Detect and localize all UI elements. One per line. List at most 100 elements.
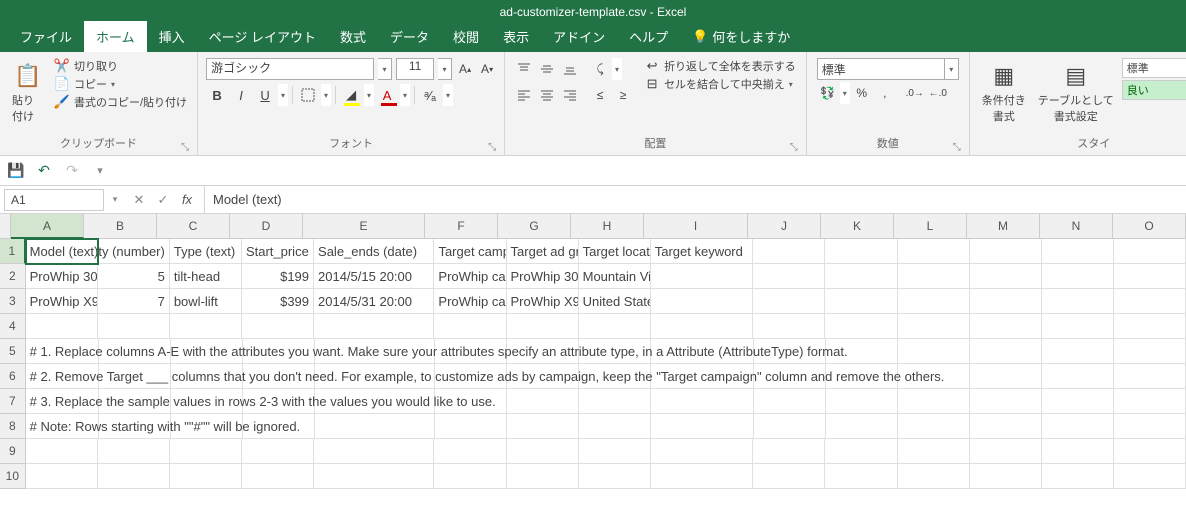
name-box[interactable]: A1 <box>4 189 104 211</box>
tab-review[interactable]: 校閲 <box>441 21 491 52</box>
cell-L4[interactable] <box>898 314 970 339</box>
tab-data[interactable]: データ <box>378 21 441 52</box>
cell-H4[interactable] <box>579 314 651 339</box>
cell-M4[interactable] <box>970 314 1042 339</box>
tab-help[interactable]: ヘルプ <box>617 21 680 52</box>
italic-button[interactable]: I <box>230 84 252 106</box>
col-header-D[interactable]: D <box>230 214 303 239</box>
cell-L3[interactable] <box>898 289 970 314</box>
cell-C3[interactable]: bowl-lift <box>170 289 242 314</box>
cell-K9[interactable] <box>825 439 897 464</box>
chevron-down-icon[interactable]: ▾ <box>400 84 410 106</box>
align-left-button[interactable] <box>513 84 535 106</box>
cell-I4[interactable] <box>651 314 754 339</box>
cell-N2[interactable] <box>1042 264 1114 289</box>
cell-F10[interactable] <box>434 464 506 489</box>
cell-D3[interactable]: $399 <box>242 289 314 314</box>
format-painter-button[interactable]: 🖌️書式のコピー/貼り付け <box>54 94 187 110</box>
name-box-dropdown[interactable]: ▾ <box>108 194 122 205</box>
row-header-10[interactable]: 10 <box>0 464 26 489</box>
col-header-E[interactable]: E <box>303 214 425 239</box>
cell-O9[interactable] <box>1114 439 1186 464</box>
cell-O6[interactable] <box>1114 364 1186 389</box>
format-as-table-button[interactable]: ▤ テーブルとして 書式設定 <box>1032 56 1120 128</box>
cell-G8[interactable] <box>507 414 579 439</box>
paste-button[interactable]: 📋 貼り付け <box>6 56 50 128</box>
comma-button[interactable]: , <box>874 82 896 104</box>
fill-color-button[interactable]: ◢ <box>340 84 362 106</box>
increase-decimal-button[interactable]: .0→ <box>904 82 926 104</box>
cell-A6[interactable]: # 2. Remove Target ___ columns that you … <box>26 364 99 389</box>
row-header-1[interactable]: 1 <box>0 239 26 264</box>
row-header-3[interactable]: 3 <box>0 289 26 314</box>
cell-L7[interactable] <box>898 389 970 414</box>
cell-G4[interactable] <box>507 314 579 339</box>
cell-L10[interactable] <box>898 464 970 489</box>
row-header-2[interactable]: 2 <box>0 264 26 289</box>
dialog-launcher-icon[interactable]: ⤡ <box>488 142 496 153</box>
cell-C1[interactable]: Type (text) <box>170 239 242 264</box>
enter-button[interactable]: ✓ <box>152 189 174 211</box>
cell-N4[interactable] <box>1042 314 1114 339</box>
col-header-N[interactable]: N <box>1040 214 1113 239</box>
cell-G1[interactable]: Target ad group <box>507 239 579 264</box>
font-name-select[interactable]: 游ゴシック <box>206 58 374 80</box>
cell-F4[interactable] <box>434 314 506 339</box>
chevron-down-icon[interactable]: ▾ <box>612 58 622 80</box>
cell-M10[interactable] <box>970 464 1042 489</box>
cell-D10[interactable] <box>242 464 314 489</box>
col-header-H[interactable]: H <box>571 214 644 239</box>
cell-E3[interactable]: 2014/5/31 20:00 <box>314 289 434 314</box>
chevron-down-icon[interactable]: ▾ <box>378 58 392 80</box>
align-right-button[interactable] <box>559 84 581 106</box>
cell-L2[interactable] <box>898 264 970 289</box>
formula-input[interactable]: Model (text) <box>205 189 1186 211</box>
cut-button[interactable]: ✂️切り取り <box>54 58 187 74</box>
col-header-L[interactable]: L <box>894 214 967 239</box>
chevron-down-icon[interactable]: ▾ <box>443 84 453 106</box>
decrease-font-button[interactable]: A▾ <box>478 58 496 80</box>
tab-addins[interactable]: アドイン <box>541 21 617 52</box>
row-header-8[interactable]: 8 <box>0 414 26 439</box>
chevron-down-icon[interactable]: ▾ <box>321 84 331 106</box>
underline-button[interactable]: U <box>254 84 276 106</box>
cell-I1[interactable]: Target keyword <box>651 239 754 264</box>
row-header-7[interactable]: 7 <box>0 389 26 414</box>
cell-B2[interactable]: 5 <box>98 264 170 289</box>
chevron-down-icon[interactable]: ▾ <box>438 58 452 80</box>
cell-L8[interactable] <box>898 414 970 439</box>
tab-file[interactable]: ファイル <box>8 21 84 52</box>
cell-M9[interactable] <box>970 439 1042 464</box>
merge-center-button[interactable]: ⊟セルを結合して中央揃え▾ <box>644 76 796 92</box>
increase-font-button[interactable]: A▴ <box>456 58 474 80</box>
col-header-G[interactable]: G <box>498 214 571 239</box>
percent-button[interactable]: % <box>851 82 873 104</box>
col-header-O[interactable]: O <box>1113 214 1186 239</box>
style-good[interactable]: 良い <box>1122 80 1186 100</box>
cell-D4[interactable] <box>242 314 314 339</box>
cell-J4[interactable] <box>753 314 825 339</box>
cell-C2[interactable]: tilt-head <box>170 264 242 289</box>
cell-N3[interactable] <box>1042 289 1114 314</box>
cell-K4[interactable] <box>825 314 897 339</box>
increase-indent-button[interactable]: ≥ <box>612 84 634 106</box>
cell-L1[interactable] <box>898 239 970 264</box>
tab-home[interactable]: ホーム <box>84 21 147 52</box>
cell-L5[interactable] <box>898 339 970 364</box>
cell-J9[interactable] <box>753 439 825 464</box>
cell-G9[interactable] <box>507 439 579 464</box>
cell-E1[interactable]: Sale_ends (date) <box>314 239 434 264</box>
decrease-indent-button[interactable]: ≤ <box>589 84 611 106</box>
cell-H10[interactable] <box>579 464 651 489</box>
cell-F8[interactable] <box>435 414 507 439</box>
cell-B3[interactable]: 7 <box>98 289 170 314</box>
cell-N10[interactable] <box>1042 464 1114 489</box>
cell-I8[interactable] <box>651 414 754 439</box>
cell-O5[interactable] <box>1114 339 1186 364</box>
cell-E9[interactable] <box>314 439 434 464</box>
cell-D2[interactable]: $199 <box>242 264 314 289</box>
cell-B1[interactable]: Capacity (number) <box>98 239 170 264</box>
orientation-button[interactable]: ⤹ <box>589 58 611 80</box>
cell-O8[interactable] <box>1114 414 1186 439</box>
customize-qat-button[interactable]: ▾ <box>90 161 110 181</box>
